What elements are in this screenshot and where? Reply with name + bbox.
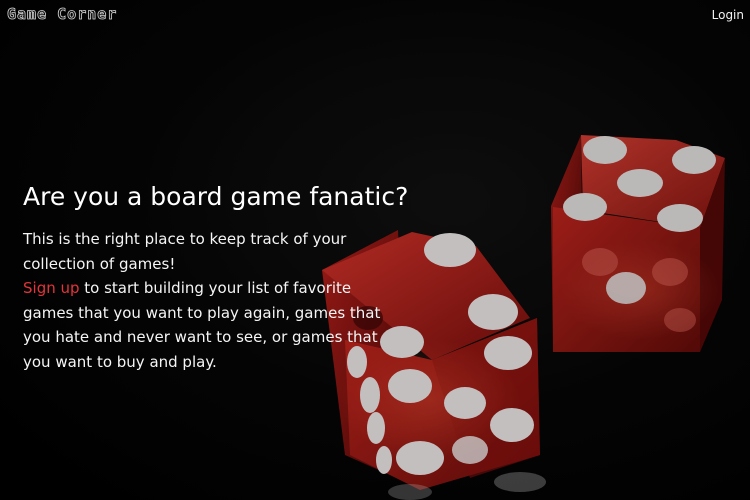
hero-title: Are you a board game fanatic? <box>23 182 409 211</box>
signup-link[interactable]: Sign up <box>23 279 80 297</box>
site-logo[interactable]: Game Corner <box>7 5 117 24</box>
hero-intro-text: This is the right place to keep track of… <box>23 230 347 273</box>
login-link[interactable]: Login <box>712 8 744 22</box>
hero-description: This is the right place to keep track of… <box>23 227 395 374</box>
landing-page: Game Corner Login Are you a board game f… <box>0 0 750 500</box>
top-nav: Game Corner Login <box>0 0 750 34</box>
hero-section: Are you a board game fanatic? This is th… <box>23 180 409 374</box>
